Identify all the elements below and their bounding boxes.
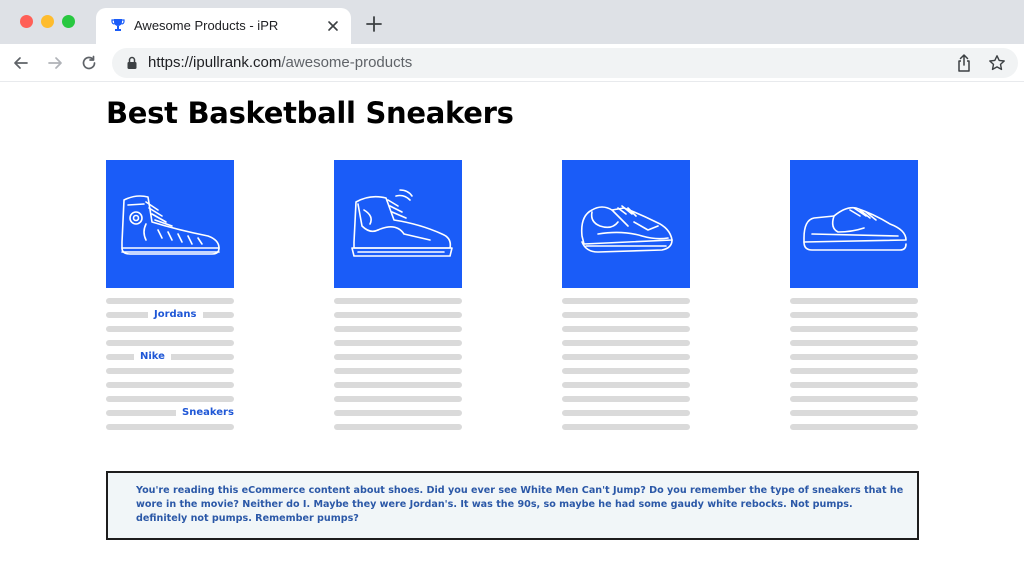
star-icon[interactable]: [988, 54, 1006, 72]
product-card[interactable]: Jordans Nike Sneakers: [106, 160, 240, 438]
text-line: [562, 312, 690, 318]
product-image[interactable]: [106, 160, 234, 288]
text-line: [334, 410, 462, 416]
url-text[interactable]: https://ipullrank.com/awesome-products: [148, 54, 412, 71]
text-line: [562, 410, 690, 416]
text-line: [334, 354, 462, 360]
tab-title: Awesome Products - iPR: [134, 18, 279, 33]
text-line: [562, 354, 690, 360]
text-line: [790, 326, 918, 332]
text-line: [334, 382, 462, 388]
product-image[interactable]: [334, 160, 462, 288]
product-card[interactable]: [790, 160, 918, 438]
text-line: [334, 326, 462, 332]
product-description: [334, 298, 462, 430]
low-top-sneaker-icon: [803, 206, 907, 251]
text-line: [562, 368, 690, 374]
forward-arrow-icon[interactable]: [46, 54, 64, 72]
text-line: [790, 312, 918, 318]
text-line: [562, 424, 690, 430]
keyword-jordans[interactable]: Jordans: [148, 309, 203, 321]
url-host: https://ipullrank.com: [148, 54, 282, 71]
product-description: [790, 298, 918, 430]
product-image[interactable]: [562, 160, 690, 288]
text-line: [334, 368, 462, 374]
share-icon[interactable]: [956, 54, 972, 72]
product-card[interactable]: [334, 160, 462, 438]
text-line: [334, 396, 462, 402]
back-arrow-icon[interactable]: [12, 54, 30, 72]
url-path: /awesome-products: [281, 54, 413, 71]
page-title: Best Basketball Sneakers: [106, 96, 514, 130]
text-line: [106, 368, 234, 374]
text-line: [106, 424, 234, 430]
reload-icon[interactable]: [80, 54, 98, 72]
keyword-nike[interactable]: Nike: [134, 351, 171, 363]
keyword-sneakers[interactable]: Sneakers: [176, 407, 240, 419]
callout-box: You're reading this eCommerce content ab…: [106, 471, 919, 540]
product-image[interactable]: [790, 160, 918, 288]
text-line: [790, 424, 918, 430]
text-line: [334, 298, 462, 304]
text-line: [562, 340, 690, 346]
text-line: [334, 340, 462, 346]
text-line: [790, 410, 918, 416]
window-zoom-button[interactable]: [62, 15, 75, 28]
text-line: [790, 298, 918, 304]
callout-text: You're reading this eCommerce content ab…: [136, 485, 904, 524]
high-top-canvas-sneaker-icon: [121, 195, 220, 255]
text-line: [790, 368, 918, 374]
window-minimize-button[interactable]: [41, 15, 54, 28]
lock-icon: [127, 56, 137, 69]
text-line: [562, 396, 690, 402]
address-bar[interactable]: https://ipullrank.com/awesome-products: [112, 48, 1018, 78]
browser-tab[interactable]: Awesome Products - iPR: [96, 8, 351, 44]
text-line: [562, 382, 690, 388]
product-description: Jordans Nike Sneakers: [106, 298, 240, 430]
text-line: [334, 424, 462, 430]
basketball-high-top-sneaker-icon: [351, 189, 453, 257]
text-line: [562, 326, 690, 332]
running-sneaker-icon: [580, 205, 673, 253]
text-line: [334, 312, 462, 318]
text-line: [106, 298, 234, 304]
text-line: [790, 354, 918, 360]
tab-bar: Awesome Products - iPR: [0, 0, 1024, 44]
window-close-button[interactable]: [20, 15, 33, 28]
product-card[interactable]: [562, 160, 690, 438]
product-description: [562, 298, 690, 430]
text-line: [790, 340, 918, 346]
trophy-icon: [111, 19, 125, 31]
text-line: [790, 382, 918, 388]
close-icon[interactable]: [324, 17, 342, 35]
text-line: [106, 396, 234, 402]
plus-icon[interactable]: [366, 16, 382, 32]
text-line: [106, 382, 234, 388]
text-line: [790, 396, 918, 402]
browser-toolbar: https://ipullrank.com/awesome-products: [0, 44, 1024, 82]
text-line: [562, 298, 690, 304]
text-line: [106, 340, 234, 346]
text-line: [106, 326, 234, 332]
